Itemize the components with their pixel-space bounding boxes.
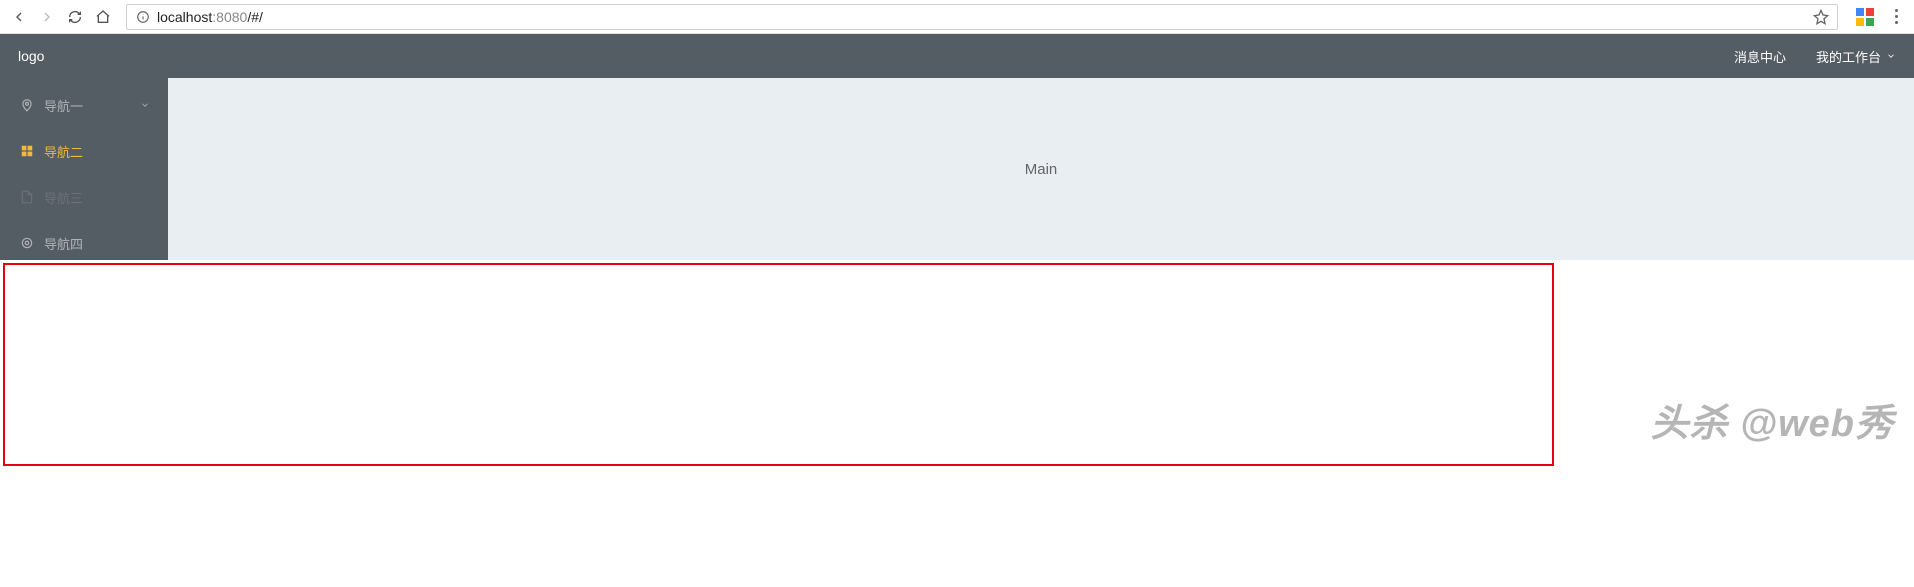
target-icon bbox=[20, 236, 34, 250]
site-info-icon[interactable] bbox=[135, 9, 151, 25]
url-path: /#/ bbox=[247, 9, 263, 25]
bookmark-star-icon[interactable] bbox=[1813, 9, 1829, 25]
watermark: 头杀 @web秀 bbox=[1650, 392, 1894, 447]
sidebar-item-label: 导航四 bbox=[44, 234, 83, 253]
sidebar-item-label: 导航三 bbox=[44, 188, 83, 207]
logo[interactable]: logo bbox=[18, 48, 44, 64]
forward-button[interactable] bbox=[36, 6, 58, 28]
sidebar-item-nav4[interactable]: 导航四 bbox=[0, 220, 168, 266]
address-bar[interactable]: localhost:8080/#/ bbox=[126, 4, 1838, 30]
browser-menu-icon[interactable] bbox=[1886, 9, 1906, 24]
extension-icon[interactable] bbox=[1856, 8, 1874, 26]
workspace-dropdown[interactable]: 我的工作台 bbox=[1816, 47, 1896, 66]
home-button[interactable] bbox=[92, 6, 114, 28]
app-header: logo 消息中心 我的工作台 bbox=[0, 34, 1914, 78]
workspace-label: 我的工作台 bbox=[1816, 47, 1881, 66]
grid-icon bbox=[20, 144, 34, 158]
chevron-down-icon bbox=[140, 100, 150, 110]
sidebar-item-label: 导航二 bbox=[44, 142, 83, 161]
sidebar-item-nav3[interactable]: 导航三 bbox=[0, 174, 168, 220]
app-root: logo 消息中心 我的工作台 导航一 导航二 bbox=[0, 34, 1914, 260]
chevron-down-icon bbox=[1886, 51, 1896, 61]
sidebar-item-nav1[interactable]: 导航一 bbox=[0, 82, 168, 128]
message-center-link[interactable]: 消息中心 bbox=[1734, 47, 1786, 66]
back-button[interactable] bbox=[8, 6, 30, 28]
location-icon bbox=[20, 98, 34, 112]
main-text: Main bbox=[1025, 161, 1058, 178]
main-content: Main bbox=[168, 78, 1914, 260]
reload-button[interactable] bbox=[64, 6, 86, 28]
app-body: 导航一 导航二 导航三 导航四 bbox=[0, 78, 1914, 260]
browser-toolbar: localhost:8080/#/ bbox=[0, 0, 1914, 34]
sidebar-item-nav2[interactable]: 导航二 bbox=[0, 128, 168, 174]
sidebar: 导航一 导航二 导航三 导航四 bbox=[0, 78, 168, 260]
header-right: 消息中心 我的工作台 bbox=[1734, 47, 1896, 66]
url-host: localhost bbox=[157, 9, 212, 25]
url-port: :8080 bbox=[212, 9, 247, 25]
annotation-box bbox=[3, 263, 1554, 466]
sidebar-item-label: 导航一 bbox=[44, 96, 83, 115]
document-icon bbox=[20, 190, 34, 204]
